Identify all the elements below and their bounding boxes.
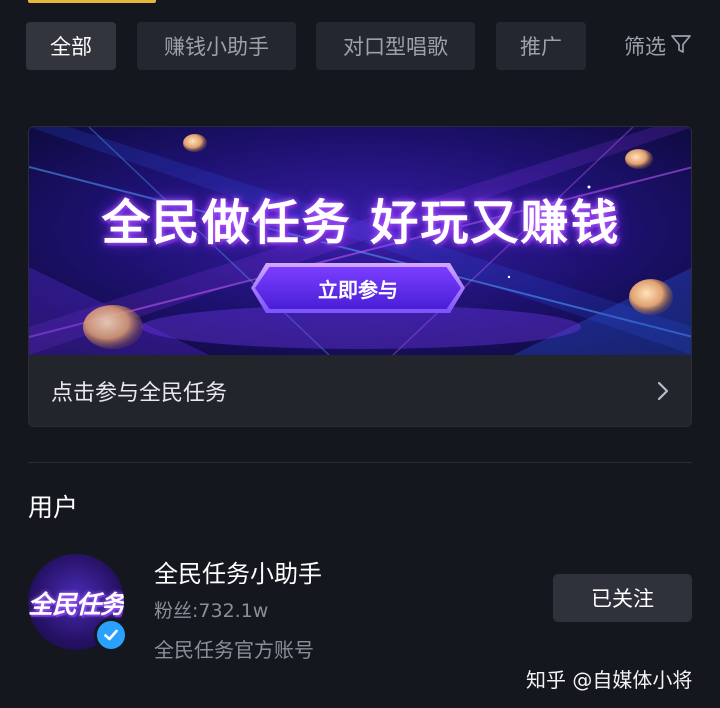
filter-chip-all[interactable]: 全部 xyxy=(26,22,116,70)
section-divider xyxy=(28,462,692,463)
filter-label: 筛选 xyxy=(624,35,666,59)
avatar-logo-text: 全民任务 xyxy=(28,590,124,619)
followed-button[interactable]: 已关注 xyxy=(553,574,692,622)
banner-image[interactable]: 全民做任务 好玩又赚钱 立即参与 xyxy=(29,127,691,355)
filter-button[interactable]: 筛选 xyxy=(624,22,692,70)
user-description: 全民任务官方账号 xyxy=(154,638,314,662)
watermark: 知乎 @自媒体小将 xyxy=(526,668,693,692)
users-section-title: 用户 xyxy=(28,493,79,522)
banner-headline: 全民做任务 好玩又赚钱 xyxy=(101,195,621,251)
funnel-icon xyxy=(670,33,692,60)
join-task-label: 点击参与全民任务 xyxy=(51,381,228,406)
task-banner-card[interactable]: 全民做任务 好玩又赚钱 立即参与 点击参与全民任务 xyxy=(28,126,692,427)
filter-bar: 全部 赚钱小助手 对口型唱歌 推广 筛选 xyxy=(26,22,720,70)
filter-chip-lip-sync[interactable]: 对口型唱歌 xyxy=(316,22,475,70)
join-now-button[interactable]: 立即参与 xyxy=(255,267,461,309)
user-fans-count: 粉丝:732.1w xyxy=(154,600,269,622)
filter-chip-promotion[interactable]: 推广 xyxy=(496,22,586,70)
join-task-link[interactable]: 点击参与全民任务 xyxy=(29,355,691,426)
filter-chip-earn-helper[interactable]: 赚钱小助手 xyxy=(137,22,296,70)
chevron-right-icon xyxy=(655,380,671,402)
active-tab-indicator xyxy=(28,0,156,3)
verified-badge-icon xyxy=(94,618,128,652)
user-name[interactable]: 全民任务小助手 xyxy=(154,554,322,589)
user-result-row[interactable]: 全民任务 全民任务小助手 粉丝:732.1w 全民任务官方账号 已关注 xyxy=(28,552,692,662)
